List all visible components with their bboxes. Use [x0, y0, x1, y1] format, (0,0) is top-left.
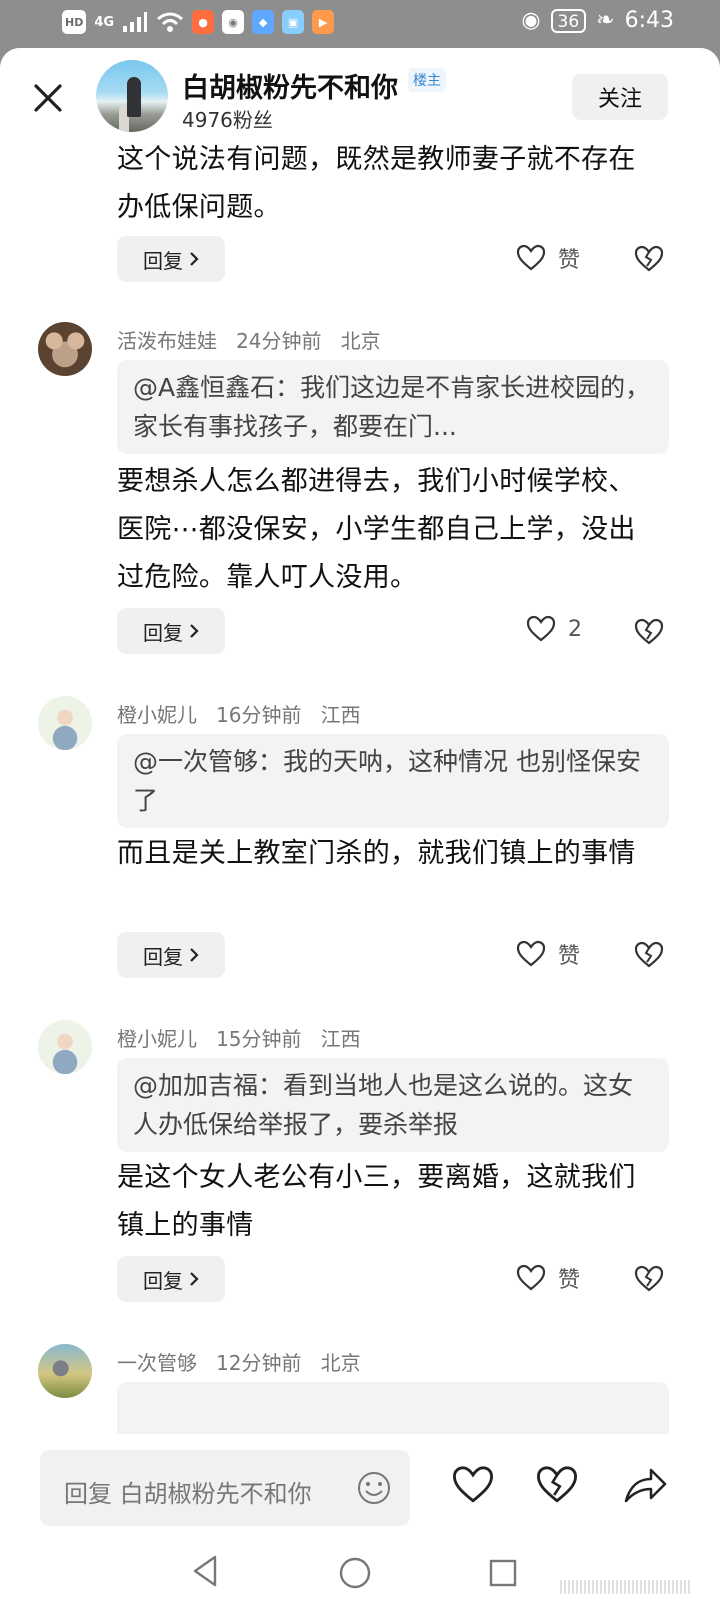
- reply-label: 回复: [143, 1268, 183, 1293]
- signal-icon: [123, 12, 148, 32]
- commenter-avatar[interactable]: [38, 1344, 92, 1398]
- heart-icon: [516, 940, 546, 967]
- close-icon[interactable]: [28, 78, 68, 118]
- time: 6:43: [624, 8, 674, 33]
- bottom-bar: 回复 白胡椒粉先不和你: [0, 1434, 720, 1600]
- chevron-right-icon: [190, 252, 199, 266]
- broken-heart-icon[interactable]: [634, 1265, 664, 1293]
- comment-meta: 活泼布娃娃 24分钟前 北京: [117, 325, 381, 354]
- comment-location: 北京: [340, 329, 381, 353]
- comment-meta: 一次管够 12分钟前 北京: [117, 1347, 361, 1376]
- commenter-avatar[interactable]: [38, 322, 92, 376]
- comment-sheet: 白胡椒粉先不和你 楼主 4976粉丝 关注 这个说法有问题，既然是教师妻子就不存…: [0, 48, 720, 1600]
- reply-label: 回复: [143, 620, 183, 645]
- wifi-icon: [157, 12, 184, 32]
- author-name[interactable]: 白胡椒粉先不和你: [182, 66, 398, 105]
- comment-location: 江西: [320, 1027, 361, 1051]
- watermark-strip: [560, 1580, 690, 1594]
- commenter-name[interactable]: 橙小妮儿: [117, 1027, 197, 1051]
- quoted-comment[interactable]: @一次管够：我的天呐，这种情况 也别怪保安了: [117, 734, 669, 828]
- chevron-right-icon: [190, 1272, 199, 1286]
- commenter-avatar[interactable]: [38, 1020, 92, 1074]
- comment-location: 北京: [320, 1351, 361, 1375]
- reply-label: 回复: [143, 248, 183, 273]
- like-label: 赞: [558, 1268, 581, 1293]
- author-fans: 4976粉丝: [182, 108, 273, 132]
- comment-time: 16分钟前: [216, 703, 302, 727]
- leaf-icon: ❧: [596, 8, 615, 33]
- heart-icon: [526, 615, 556, 642]
- hd-indicator: HD: [62, 10, 87, 34]
- comment-location: 江西: [320, 703, 361, 727]
- broken-heart-icon[interactable]: [634, 245, 664, 273]
- commenter-name[interactable]: 一次管够: [117, 1351, 197, 1375]
- like-button[interactable]: 赞: [516, 938, 580, 970]
- comment-time: 12分钟前: [216, 1351, 302, 1375]
- comment-time: 24分钟前: [236, 329, 322, 353]
- like-button[interactable]: 2: [526, 615, 582, 643]
- heart-icon[interactable]: [450, 1465, 496, 1505]
- nav-home-icon[interactable]: [338, 1556, 372, 1590]
- author-avatar[interactable]: [96, 60, 168, 132]
- nav-recent-icon[interactable]: [489, 1559, 517, 1587]
- quoted-comment[interactable]: [117, 1382, 669, 1434]
- heart-icon: [516, 1264, 546, 1291]
- author-badge: 楼主: [408, 68, 446, 92]
- follow-button[interactable]: 关注: [572, 74, 668, 120]
- system-navbar: [0, 1534, 720, 1600]
- like-button[interactable]: 赞: [516, 1262, 580, 1294]
- network-indicator: 4G: [94, 14, 115, 30]
- reply-label: 回复: [143, 944, 183, 969]
- commenter-name[interactable]: 活泼布娃娃: [117, 329, 217, 353]
- author-header: 白胡椒粉先不和你 楼主 4976粉丝 关注: [0, 48, 720, 134]
- nav-back-icon[interactable]: [190, 1554, 220, 1588]
- status-right: ◉ 36 ❧ 6:43: [521, 8, 674, 33]
- emoji-icon[interactable]: [356, 1470, 392, 1506]
- status-bar: HD 4G ● ◉ ◆ ▣ ▶ ◉ 36 ❧ 6:43: [0, 0, 720, 48]
- eye-icon: ◉: [521, 8, 541, 33]
- quoted-comment[interactable]: @加加吉福：看到当地人也是这么说的。这女人办低保给举报了，要杀举报: [117, 1058, 669, 1152]
- like-label: 赞: [558, 248, 581, 273]
- weibo-icon: ●: [192, 10, 215, 34]
- like-count: 2: [568, 616, 582, 642]
- broken-heart-icon[interactable]: [534, 1465, 580, 1505]
- comment-meta: 橙小妮儿 16分钟前 江西: [117, 699, 361, 728]
- comment-time: 15分钟前: [216, 1027, 302, 1051]
- comment-text: 是这个女人老公有小三，要离婚，这就我们镇上的事情: [117, 1162, 636, 1241]
- comment-text: 要想杀人怎么都进得去，我们小时候学校、医院⋯都没保安，小学生都自己上学，没出过危…: [117, 466, 636, 593]
- reply-input[interactable]: 回复 白胡椒粉先不和你: [40, 1450, 410, 1526]
- status-left: HD 4G ● ◉ ◆ ▣ ▶: [62, 10, 335, 34]
- chevron-right-icon: [190, 948, 199, 962]
- main-post-text: 这个说法有问题，既然是教师妻子就不存在办低保问题。: [117, 144, 636, 223]
- commenter-avatar[interactable]: [38, 696, 92, 750]
- chevron-right-icon: [190, 624, 199, 638]
- video-app-icon: ▶: [312, 10, 335, 34]
- wechat-icon: ◉: [222, 10, 245, 34]
- comment-text: 而且是关上教室门杀的，就我们镇上的事情: [117, 838, 636, 869]
- battery-indicator: 36: [550, 8, 587, 33]
- book-app-icon: ▣: [282, 10, 305, 34]
- reply-button[interactable]: 回复: [117, 608, 225, 654]
- reply-button[interactable]: 回复: [117, 236, 225, 282]
- reply-input-placeholder: 回复 白胡椒粉先不和你: [64, 1480, 312, 1508]
- like-button[interactable]: 赞: [516, 242, 580, 274]
- broken-heart-icon[interactable]: [634, 941, 664, 969]
- reply-button[interactable]: 回复: [117, 1256, 225, 1302]
- heart-icon: [516, 244, 546, 271]
- like-label: 赞: [558, 944, 581, 969]
- broken-heart-icon[interactable]: [634, 618, 664, 646]
- comment-feed[interactable]: 这个说法有问题，既然是教师妻子就不存在办低保问题。 回复 赞 活泼布娃娃 24分…: [0, 134, 720, 1434]
- reply-button[interactable]: 回复: [117, 932, 225, 978]
- share-icon[interactable]: [622, 1464, 668, 1506]
- commenter-name[interactable]: 橙小妮儿: [117, 703, 197, 727]
- blue-app-icon: ◆: [252, 10, 275, 34]
- comment-meta: 橙小妮儿 15分钟前 江西: [117, 1023, 361, 1052]
- quoted-comment[interactable]: @A鑫恒鑫石：我们这边是不肯家长进校园的，家长有事找孩子，都要在门...: [117, 360, 669, 454]
